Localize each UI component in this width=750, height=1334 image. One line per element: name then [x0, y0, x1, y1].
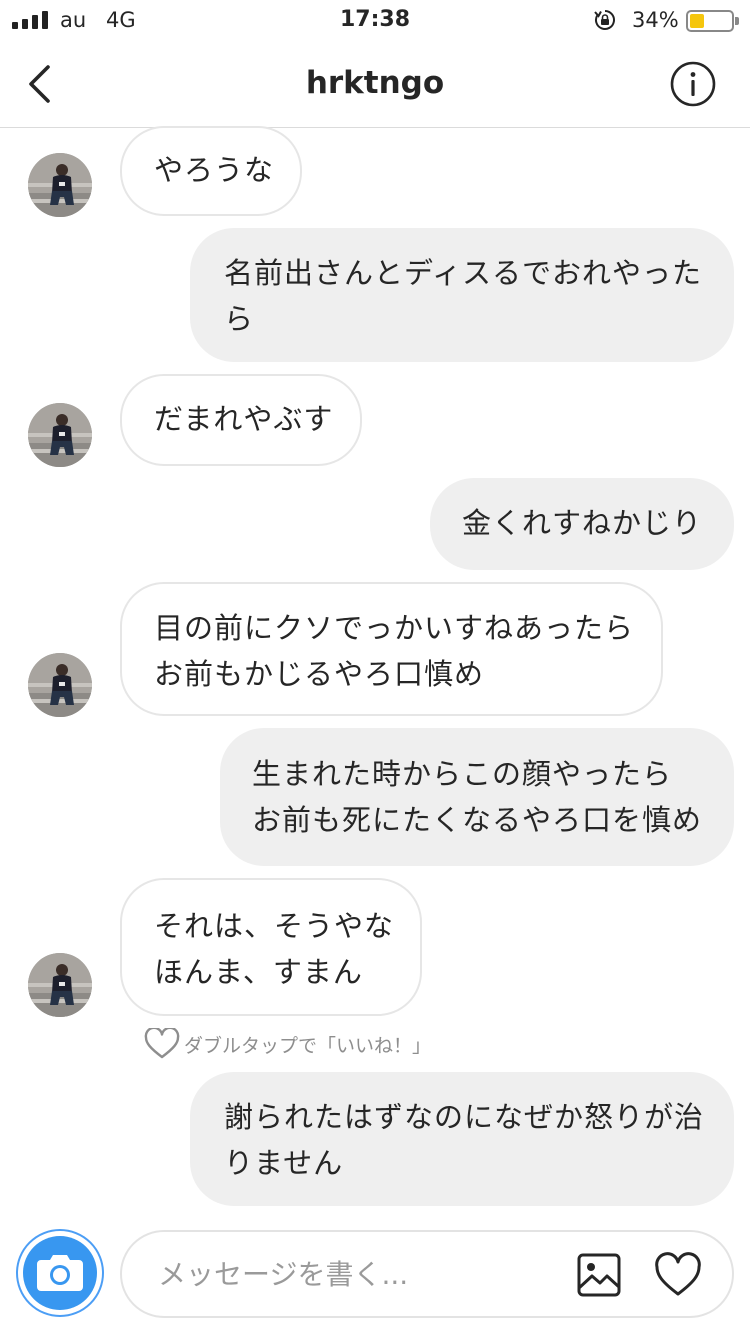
message-bubble-received[interactable]: だまれやぶす: [120, 374, 362, 466]
avatar[interactable]: [28, 153, 92, 217]
message-text-line: お前も死にたくなるやろ口を慎め: [252, 803, 703, 837]
message-text-line: それは、そうやな: [154, 909, 395, 943]
message-bubble-sent[interactable]: 生まれた時からこの顔やったら お前も死にたくなるやろ口を慎め: [220, 728, 734, 866]
avatar[interactable]: [28, 653, 92, 717]
message-text-line: ほんま、すまん: [154, 955, 363, 989]
heart-outline-icon: [144, 1028, 180, 1059]
double-tap-like-hint: ダブルタップで「いいね！」: [144, 1028, 431, 1060]
camera-button-fill: [23, 1236, 97, 1310]
message-text-line: 目の前にクソでっかいすねあったら: [154, 611, 635, 645]
rotation-lock-icon: [594, 10, 615, 30]
message-bubble-received[interactable]: 目の前にクソでっかいすねあったら お前もかじるやろ口慎め: [120, 582, 663, 716]
message-bubble-received[interactable]: やろうな: [120, 126, 302, 216]
status-bar: au 4G 17:38 34%: [0, 0, 750, 40]
message-text-line: りません: [224, 1146, 344, 1180]
message-composer: [120, 1230, 734, 1318]
chat-header: hrktngo: [0, 40, 750, 128]
message-bubble-sent[interactable]: 名前出さんとディスるでおれやった ら: [190, 228, 734, 362]
message-bubble-sent[interactable]: 謝られたはずなのになぜか怒りが治 りません: [190, 1072, 734, 1206]
message-bubble-received[interactable]: それは、そうやな ほんま、すまん: [120, 878, 422, 1016]
image-gallery-icon[interactable]: [576, 1252, 622, 1298]
message-bubble-sent[interactable]: 金くれすねかじり: [430, 478, 734, 570]
message-text: 金くれすねかじり: [462, 506, 703, 540]
battery-icon: [686, 10, 734, 32]
camera-button[interactable]: [16, 1229, 104, 1317]
message-input[interactable]: [158, 1252, 558, 1296]
battery-level: [690, 14, 704, 28]
avatar[interactable]: [28, 403, 92, 467]
message-text: だまれやぶす: [154, 402, 334, 436]
battery-percent: 34%: [632, 8, 679, 32]
chat-title[interactable]: hrktngo: [0, 65, 750, 101]
info-circle-icon[interactable]: [670, 61, 716, 107]
heart-outline-icon[interactable]: [654, 1252, 702, 1298]
message-text-line: お前もかじるやろ口慎め: [154, 657, 485, 691]
avatar[interactable]: [28, 953, 92, 1017]
battery-nub: [735, 17, 739, 25]
message-text-line: ら: [224, 302, 255, 336]
camera-icon: [37, 1255, 83, 1291]
message-text-line: 生まれた時からこの顔やったら: [252, 757, 673, 791]
message-text-line: 名前出さんとディスるでおれやった: [224, 256, 702, 290]
message-text-line: 謝られたはずなのになぜか怒りが治: [224, 1100, 705, 1134]
like-hint-text: ダブルタップで「いいね！」: [184, 1034, 432, 1057]
message-text: やろうな: [154, 153, 275, 187]
